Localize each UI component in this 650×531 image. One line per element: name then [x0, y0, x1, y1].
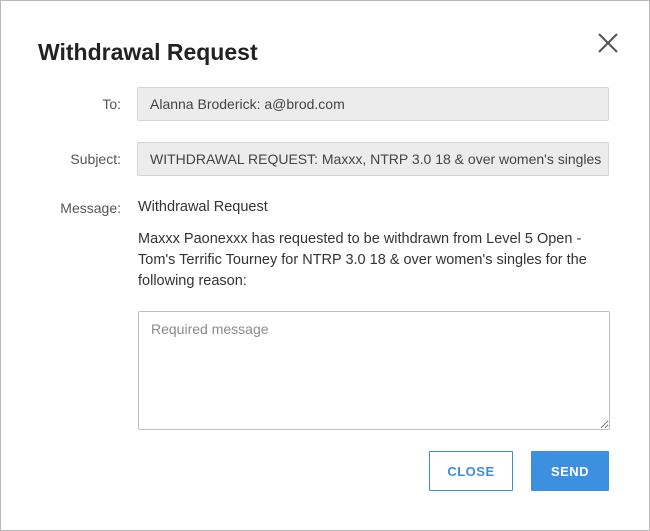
dialog-title: Withdrawal Request: [38, 39, 258, 65]
close-icon[interactable]: [596, 31, 620, 55]
to-label: To:: [102, 96, 121, 112]
withdrawal-request-dialog: Withdrawal Request To: Alanna Broderick:…: [0, 0, 650, 531]
message-textarea[interactable]: [138, 311, 610, 430]
subject-field: WITHDRAWAL REQUEST: Maxxx, NTRP 3.0 18 &…: [137, 142, 609, 176]
send-button[interactable]: SEND: [531, 451, 609, 491]
message-label: Message:: [60, 200, 121, 216]
close-icon-glyph: [598, 33, 618, 53]
to-field: Alanna Broderick: a@brod.com: [137, 87, 609, 121]
close-button[interactable]: CLOSE: [429, 451, 513, 491]
subject-label: Subject:: [70, 151, 121, 167]
message-body: Maxxx Paonexxx has requested to be withd…: [138, 231, 587, 289]
message-heading: Withdrawal Request: [138, 199, 268, 215]
